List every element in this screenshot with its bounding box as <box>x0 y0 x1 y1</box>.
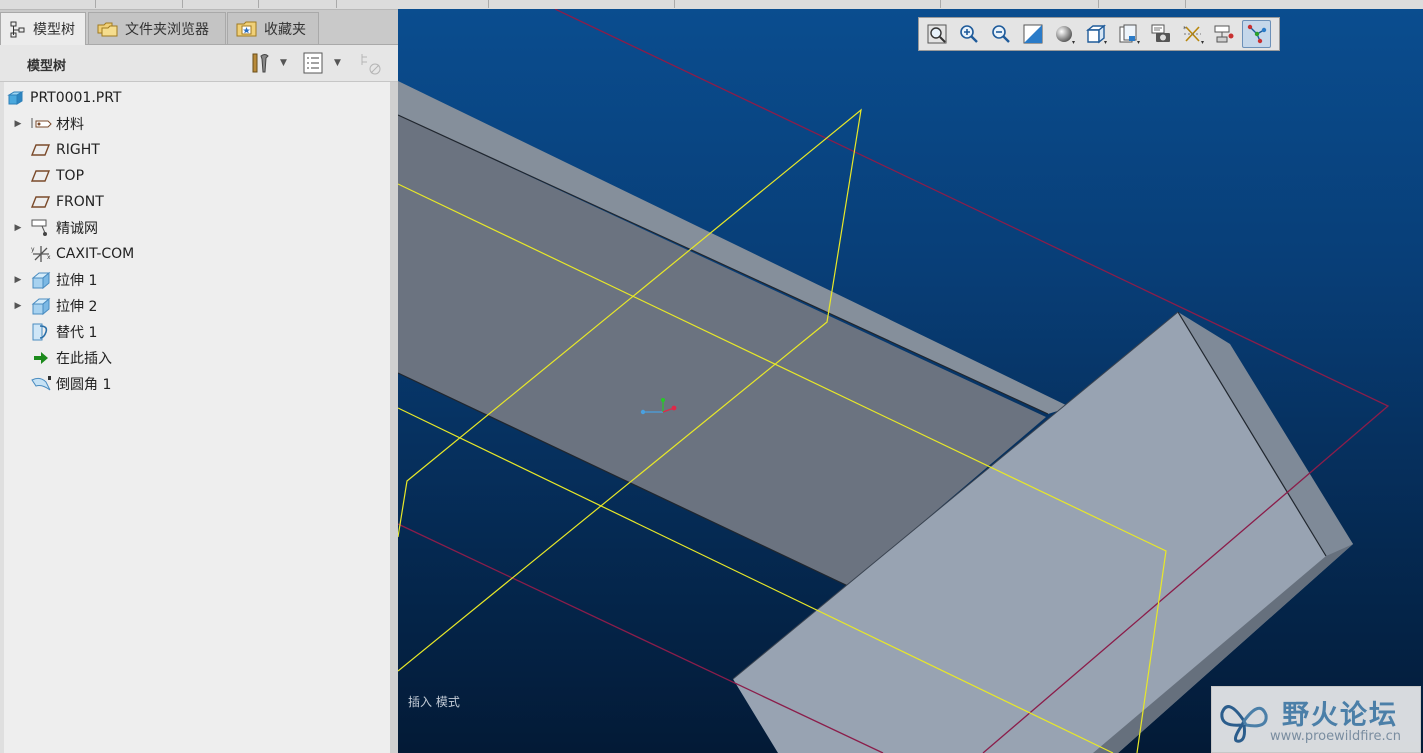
view-toolbar: * <box>918 17 1280 51</box>
tree-item-label: PRT0001.PRT <box>30 90 122 106</box>
chevron-down-icon: ▼ <box>280 58 287 68</box>
tab-label: 文件夹浏览器 <box>125 21 209 38</box>
tree-item-substitute-1[interactable]: 替代 1 <box>4 320 384 344</box>
tree-item-top[interactable]: TOP <box>4 164 384 188</box>
navigator-tabs: 模型树 文件夹浏览器 收藏夹 <box>0 10 398 45</box>
watermark-title: 野火论坛 <box>1282 700 1398 731</box>
csys-icon: yx <box>30 244 52 264</box>
repaint-icon <box>1023 24 1042 44</box>
zoom-in-button[interactable] <box>954 20 983 48</box>
model-scene <box>398 9 1390 753</box>
saved-views-button[interactable] <box>1082 20 1111 48</box>
tree-item-label: 倒圆角 1 <box>56 377 112 393</box>
tab-model-tree[interactable]: 模型树 <box>0 12 86 45</box>
tree-item-label: TOP <box>56 168 85 184</box>
insert-here-icon <box>30 348 52 368</box>
zoom-in-icon <box>959 25 978 43</box>
tree-item-prt0001[interactable]: PRT0001.PRT <box>4 86 384 110</box>
expand-arrow-icon[interactable]: ▶ <box>12 275 24 285</box>
extrude-icon <box>30 296 52 316</box>
tab-label: 模型树 <box>33 22 75 38</box>
watermark-url: www.proewildfire.cn <box>1270 729 1401 744</box>
show-dropdown[interactable]: ▼ <box>302 51 341 75</box>
datum-plane-icon <box>30 140 52 160</box>
model-tree: PRT0001.PRT ▶ 材料 RIGHT TOP FRONT ▶ 精诚网 y… <box>4 82 391 753</box>
forum-watermark: 野火论坛 www.proewildfire.cn <box>1211 686 1421 753</box>
settings-dropdown[interactable]: ▼ <box>248 51 287 75</box>
tree-item-label: CAXIT-COM <box>56 246 135 262</box>
view-cube-icon <box>1085 24 1107 44</box>
annotation-display-button[interactable] <box>1210 20 1239 48</box>
datum-display-button[interactable]: * <box>1178 20 1207 48</box>
tree-item-extrude-2[interactable]: ▶ 拉伸 2 <box>4 294 384 318</box>
shading-icon <box>1055 26 1075 44</box>
svg-text:x: x <box>47 254 51 261</box>
tab-folder-browser[interactable]: 文件夹浏览器 <box>88 12 226 44</box>
list-view-icon <box>303 52 323 74</box>
tree-item-material[interactable]: ▶ 材料 <box>4 112 384 136</box>
svg-text:y: y <box>31 246 35 253</box>
tree-item-extrude-1[interactable]: ▶ 拉伸 1 <box>4 268 384 292</box>
substitute-icon <box>30 322 52 342</box>
tree-item-label: 拉伸 1 <box>56 273 98 289</box>
tree-filter-icon <box>361 54 381 75</box>
navigator-panel: 模型树 文件夹浏览器 收藏夹 模型树 ▼ ▼ PRT0001.PRT ▶ 材料 … <box>0 10 398 753</box>
section-button[interactable] <box>1114 20 1143 48</box>
display-style-button[interactable] <box>1050 20 1079 48</box>
tree-item-label: 在此插入 <box>56 351 112 367</box>
mode-status-label: 插入 模式 <box>408 695 460 709</box>
tree-item-label: 精诚网 <box>56 221 98 237</box>
tree-item-csys[interactable]: yx CAXIT-COM <box>4 242 384 266</box>
zoom-out-icon <box>991 25 1010 43</box>
chevron-down-icon: ▼ <box>334 58 341 68</box>
tree-item-label: 材料 <box>56 117 84 133</box>
tab-label: 收藏夹 <box>264 21 306 38</box>
tree-item-label: FRONT <box>56 194 104 210</box>
tools-icon <box>252 53 269 73</box>
model-tree-title: 模型树 <box>27 59 67 74</box>
annotation-display-icon <box>1214 25 1233 43</box>
tree-item-label: 替代 1 <box>56 325 98 341</box>
spin-center-icon <box>1247 24 1266 44</box>
favorites-icon <box>236 21 257 36</box>
disabled-tree-filter <box>358 51 384 77</box>
view-manager-button[interactable] <box>1146 20 1175 48</box>
expand-arrow-icon[interactable]: ▶ <box>12 301 24 311</box>
datum-plane-icon <box>30 166 52 186</box>
camera-icon <box>1151 24 1170 42</box>
tree-item-right[interactable]: RIGHT <box>4 138 384 162</box>
tree-item-insert-here[interactable]: 在此插入 <box>4 346 384 370</box>
refit-button[interactable] <box>922 20 951 48</box>
tree-item-label: RIGHT <box>56 142 100 158</box>
model-tree-header: 模型树 ▼ ▼ <box>0 45 398 82</box>
refit-icon <box>927 24 946 44</box>
annotation-icon <box>30 218 52 238</box>
expand-arrow-icon[interactable]: ▶ <box>12 223 24 233</box>
tree-item-front[interactable]: FRONT <box>4 190 384 214</box>
spin-center-button[interactable] <box>1242 20 1271 48</box>
zoom-out-button[interactable] <box>986 20 1015 48</box>
folder-browser-icon <box>97 22 118 36</box>
extrude-icon <box>30 270 52 290</box>
expand-arrow-icon[interactable]: ▶ <box>12 119 24 129</box>
datum-display-icon: * <box>1183 25 1204 44</box>
model-tree-icon <box>10 21 25 38</box>
svg-text:*: * <box>1183 25 1187 33</box>
part-icon <box>4 88 26 108</box>
round-icon <box>30 374 52 394</box>
graphics-viewport[interactable]: * 插入 模式 野火论坛 www.proewildfire.cn <box>398 9 1423 753</box>
tree-item-annotation[interactable]: ▶ 精诚网 <box>4 216 384 240</box>
material-icon <box>30 114 52 134</box>
tree-scrollbar[interactable] <box>390 82 398 753</box>
butterfly-logo-icon <box>1220 705 1268 743</box>
tree-item-label: 拉伸 2 <box>56 299 98 315</box>
datum-plane-icon <box>30 192 52 212</box>
document-icon <box>1119 24 1140 44</box>
tab-favorites[interactable]: 收藏夹 <box>227 12 319 44</box>
tree-item-round-1[interactable]: 倒圆角 1 <box>4 372 384 396</box>
repaint-button[interactable] <box>1018 20 1047 48</box>
